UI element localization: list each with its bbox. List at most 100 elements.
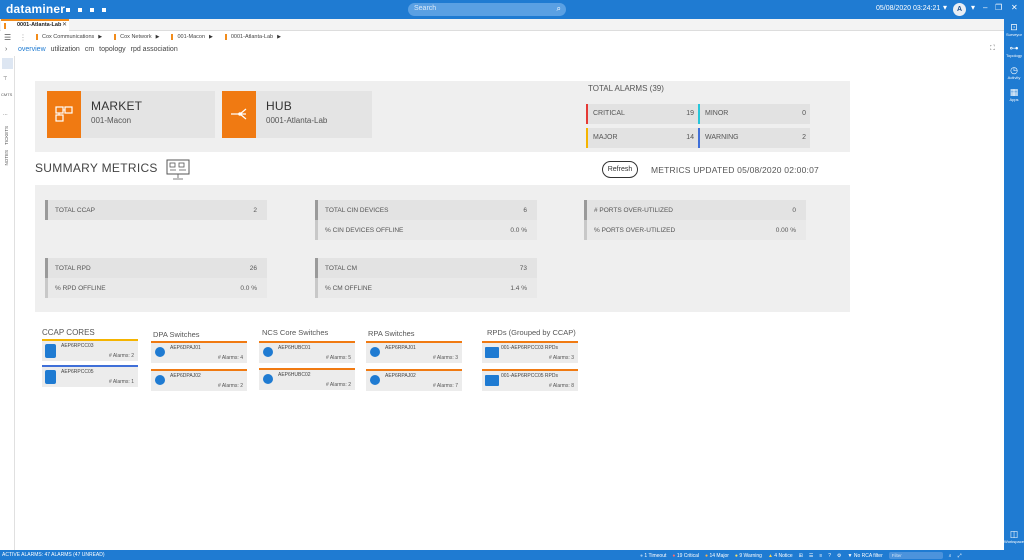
breadcrumb-bar: ☰ ⋮ Cox Communications ▶ Cox Network ▶ 001… (0, 31, 1004, 43)
market-tile (47, 91, 81, 138)
alarm-filter-input[interactable]: Filter (888, 552, 943, 559)
tab-rpd-association[interactable]: rpd association (131, 46, 178, 53)
app-brand[interactable]: dataminer (6, 2, 65, 16)
rail-tickets[interactable]: TICKETS (4, 126, 9, 145)
expand-icon[interactable]: ⤢ (958, 553, 962, 559)
switch-icon (370, 347, 380, 357)
chevron-down-icon[interactable]: ▾ (971, 3, 975, 12)
close-icon[interactable]: ✕ (62, 21, 67, 28)
alarm-critical[interactable]: CRITICAL 19 (586, 104, 698, 124)
total-alarms-title: TOTAL ALARMS (39) (588, 84, 664, 93)
chevron-down-icon[interactable]: ▾ (943, 3, 947, 12)
restore-icon[interactable]: ❐ (995, 3, 1002, 12)
clock-icon: ◷ (1010, 65, 1018, 75)
rpa-switch-item[interactable]: AEP6RPAJ02 # Alarms: 7 (366, 369, 462, 391)
tab-overview[interactable]: overview (18, 46, 46, 53)
avatar[interactable]: A (953, 3, 966, 16)
tab-utilization[interactable]: utilization (51, 46, 80, 53)
hamburger-icon[interactable]: ☰ (4, 33, 11, 42)
dpa-switch-item[interactable]: AEP6DPAJ02 # Alarms: 2 (151, 369, 247, 391)
close-icon[interactable]: ✕ (1011, 3, 1018, 12)
workspace-button[interactable]: ◫ Workspace (1004, 529, 1024, 544)
topology-button[interactable]: ⊶ Topology (1004, 43, 1024, 58)
metric-cm-offline: % CM OFFLINE 1.4 % (315, 278, 537, 298)
tab-topology[interactable]: topology (99, 46, 125, 53)
status-bar: ACTIVE ALARMS: 47 ALARMS (47 UNREAD) ● 1… (0, 550, 1024, 560)
dpa-switches-title: DPA Switches (153, 330, 200, 339)
surveyor-icon: ⊡ (1010, 22, 1018, 32)
settings-icon[interactable]: ⚙ (837, 553, 841, 559)
metric-ports-over-utilized-percent: % PORTS OVER-UTILIZED 0.00 % (584, 220, 806, 240)
apps-icon: ▦ (1009, 87, 1019, 97)
metric-cin-devices-offline: % CIN DEVICES OFFLINE 0.0 % (315, 220, 537, 240)
more-icon[interactable]: ⋯ (3, 112, 8, 118)
ncs-core-switches-title: NCS Core Switches (262, 328, 329, 337)
summary-metrics-heading: SUMMARY METRICS (35, 161, 158, 175)
rpd-group-item[interactable]: 001-AEP6RPCC03 RPDs # Alarms: 3 (482, 341, 578, 363)
tree-icon[interactable]: ⊤ (3, 76, 7, 82)
warning-count[interactable]: ● 9 Warning (735, 553, 762, 559)
monitor-icon[interactable] (2, 58, 13, 69)
metric-total-cin-devices: TOTAL CIN DEVICES 6 (315, 200, 537, 220)
activity-button[interactable]: ◷ Activity (1004, 65, 1024, 80)
minimize-icon[interactable]: – (983, 3, 987, 12)
breadcrumb-item[interactable]: 0001-Atlanta-Lab ▶ (224, 34, 289, 40)
timeout-count[interactable]: ● 1 Timeout (640, 553, 666, 559)
alarm-minor[interactable]: MINOR 0 (698, 104, 810, 124)
search-icon[interactable]: ⌕ (557, 4, 561, 14)
metric-total-rpd: TOTAL RPD 26 (45, 258, 267, 278)
fullscreen-icon[interactable]: ⛶ (990, 45, 995, 53)
hub-card[interactable]: HUB 0001-Atlanta-Lab (222, 91, 372, 138)
market-value: 001-Macon (91, 116, 132, 125)
workspace-icon: ◫ (1009, 529, 1019, 539)
right-rail: ⊡ Surveyor ⊶ Topology ◷ Activity ▦ Apps ◫ Wor… (1004, 19, 1024, 550)
server-icon (45, 344, 56, 358)
rail-notes[interactable]: NOTES (4, 150, 9, 166)
metric-rpd-offline: % RPD OFFLINE 0.0 % (45, 278, 267, 298)
hub-title: HUB (266, 99, 292, 113)
market-title: MARKET (91, 99, 143, 113)
funnel-icon[interactable]: ▼ No RCA filter (848, 553, 883, 559)
rpa-switch-item[interactable]: AEP6RPAJ01 # Alarms: 3 (366, 341, 462, 363)
breadcrumb-item[interactable]: 001-Macon ▶ (171, 34, 220, 40)
hub-icon (231, 108, 247, 120)
rpd-group-item[interactable]: 001-AEP6RPCC05 RPDs # Alarms: 8 (482, 369, 578, 391)
ncs-switch-item[interactable]: AEP6HUBC01 # Alarms: 5 (259, 341, 355, 363)
refresh-button[interactable]: Refresh (602, 161, 638, 178)
alarm-counters: ● 1 Timeout ● 19 Critical ● 14 Major ● 9… (640, 552, 962, 559)
sort-icon[interactable]: ≡ (819, 553, 822, 559)
tab-0001-atlanta-lab[interactable]: 0001-Atlanta-Lab ✕ (1, 19, 69, 31)
surveyor-button[interactable]: ⊡ Surveyor (1004, 22, 1024, 37)
breadcrumb-item[interactable]: Cox Communications ▶ (36, 34, 110, 40)
search-icon[interactable]: ⌕ (949, 553, 952, 559)
app-switcher[interactable] (66, 8, 106, 12)
market-card[interactable]: MARKET 001-Macon (47, 91, 215, 138)
rpd-icon (485, 347, 499, 358)
critical-count[interactable]: ● 19 Critical (672, 553, 699, 559)
help-icon[interactable]: ? (828, 553, 831, 559)
rpa-switches-title: RPA Switches (368, 329, 415, 338)
search-input[interactable]: Search ⌕ (408, 3, 566, 16)
alarm-warning[interactable]: WARNING 2 (698, 128, 810, 148)
apps-button[interactable]: ▦ Apps (1004, 87, 1024, 102)
breadcrumb-item[interactable]: Cox Network ▶ (114, 34, 167, 40)
rail-cmts[interactable]: CMTS (1, 92, 12, 97)
dpa-switch-item[interactable]: AEP6DPAJ01 # Alarms: 4 (151, 341, 247, 363)
left-rail: ⊤ CMTS ⋯ TICKETS NOTES (0, 56, 15, 550)
ncs-switch-item[interactable]: AEP6HUBC02 # Alarms: 2 (259, 368, 355, 390)
chevron-right-icon[interactable]: › (5, 46, 7, 53)
filter-icon[interactable]: ⊞ (799, 553, 803, 559)
ccap-core-item[interactable]: AEP6RPCC05 # Alarms: 1 (42, 365, 138, 387)
major-count[interactable]: ● 14 Major (705, 553, 729, 559)
page-tabs: overview utilization cm topology rpd ass… (18, 46, 178, 53)
alarm-major[interactable]: MAJOR 14 (586, 128, 698, 148)
ccap-cores-title: CCAP CORES (42, 328, 95, 337)
tab-cm[interactable]: cm (85, 46, 94, 53)
tab-label: 0001-Atlanta-Lab (17, 22, 62, 28)
notice-count[interactable]: ▲ 4 Notice (768, 553, 793, 559)
list-icon[interactable]: ☰ (809, 553, 813, 559)
active-alarms-summary[interactable]: ACTIVE ALARMS: 47 ALARMS (47 UNREAD) (2, 552, 105, 558)
more-icon[interactable]: ⋮ (19, 33, 27, 42)
ccap-core-item[interactable]: AEP6RPCC03 # Alarms: 2 (42, 339, 138, 361)
switch-icon (263, 374, 273, 384)
